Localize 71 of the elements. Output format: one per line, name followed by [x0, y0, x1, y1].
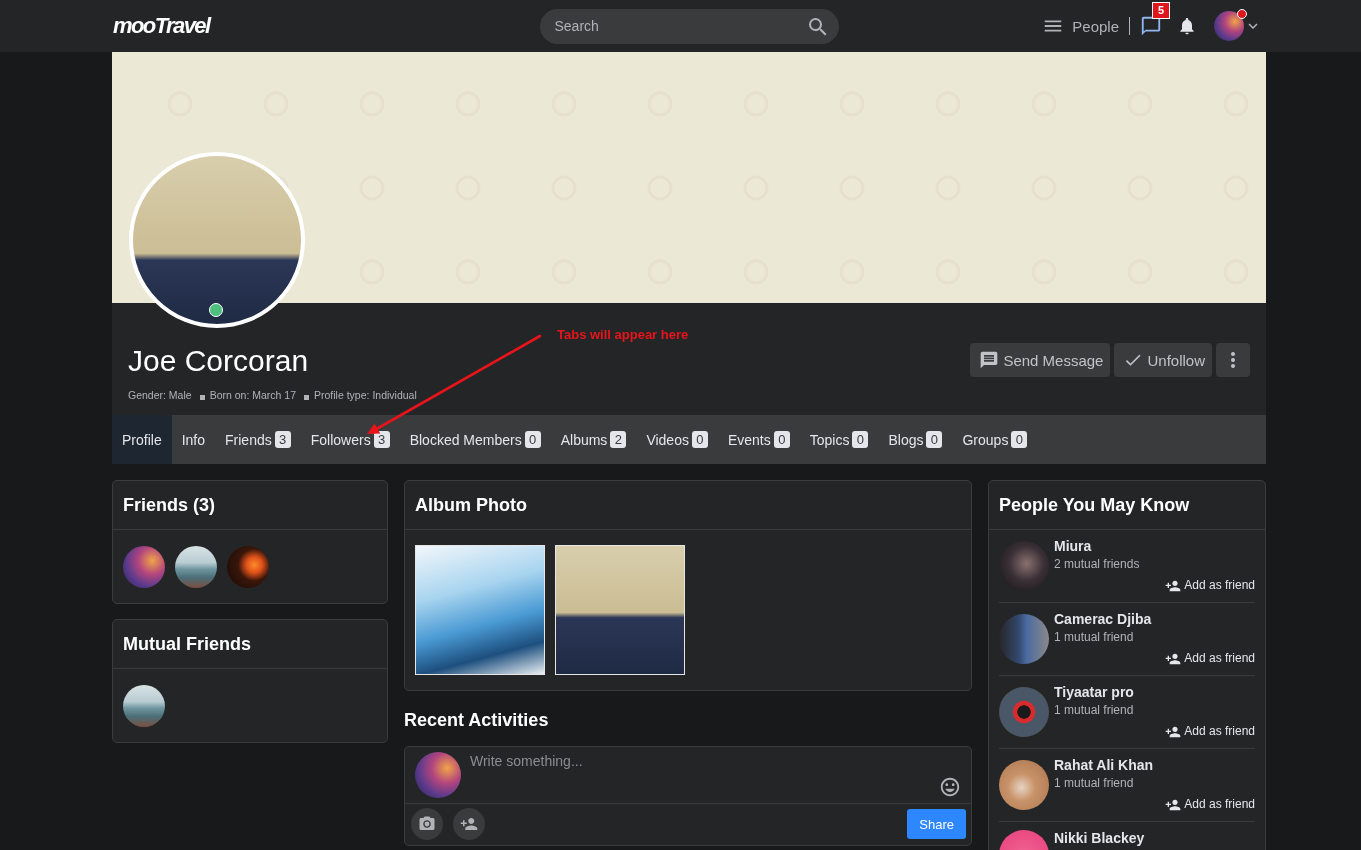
tab[interactable]: Friends 3 [215, 415, 301, 464]
tab[interactable]: Events 0 [717, 415, 800, 464]
message-count-badge: 5 [1152, 2, 1170, 19]
emoji-icon[interactable] [939, 776, 961, 798]
count-badge: 0 [524, 431, 541, 448]
user-avatar [415, 752, 461, 798]
count-badge: 0 [773, 431, 790, 448]
friend-avatar[interactable] [123, 685, 165, 727]
person-name[interactable]: Camerac Djiba [1054, 611, 1255, 628]
mutual-friends-count: 1 mutual friend [1054, 775, 1135, 792]
count-badge: 3 [373, 431, 390, 448]
profile-detail: Profile type: Individual [314, 389, 417, 402]
annotation-text: Tabs will appear here [557, 327, 689, 343]
mutual-friends-count: 1 mutual friend [1054, 702, 1135, 719]
card-title: Mutual Friends [113, 620, 387, 669]
square-bullet-icon [199, 394, 205, 400]
album-photo[interactable] [555, 545, 685, 675]
add-friend-button[interactable]: Add as friend [1165, 650, 1255, 667]
more-button[interactable] [1216, 343, 1250, 377]
person-name[interactable]: Miura [1054, 538, 1255, 555]
chat-icon[interactable] [1140, 15, 1162, 37]
mutual-friends-count: 1 mutual friend [1054, 629, 1135, 646]
add-friend-button[interactable]: Add as friend [1165, 796, 1255, 813]
people-menu-button[interactable]: People [1042, 15, 1119, 37]
friend-avatar[interactable] [227, 546, 269, 588]
tab[interactable]: Groups 0 [952, 415, 1038, 464]
logo[interactable]: mooTravel [113, 13, 210, 39]
album-photo[interactable] [415, 545, 545, 675]
search-field[interactable]: Search [539, 8, 839, 44]
square-bullet-icon [304, 394, 309, 400]
message-button[interactable]: Send Message [970, 343, 1111, 377]
message-icon [979, 350, 1000, 370]
bell-icon[interactable] [1177, 16, 1197, 36]
tab[interactable]: Topics 0 [799, 415, 879, 464]
friend-avatar[interactable] [123, 546, 165, 588]
count-badge: 0 [852, 431, 869, 448]
camera-icon [418, 815, 436, 833]
card-title: Friends (3) [113, 481, 387, 530]
person-name[interactable]: Tiyaatar pro [1054, 684, 1255, 701]
person-name[interactable]: Rahat Ali Khan [1054, 757, 1255, 774]
count-badge: 2 [610, 431, 627, 448]
add-person-icon [460, 815, 478, 833]
tab[interactable]: Info [171, 415, 216, 464]
section-title: Recent Activities [404, 709, 550, 731]
tag-friend-button[interactable] [453, 808, 485, 840]
card-title: People You May Know [989, 481, 1265, 530]
profile-detail: Gender: Male [128, 389, 192, 402]
user-avatar[interactable] [1214, 11, 1244, 41]
post-input[interactable]: Write something... [461, 752, 939, 798]
photo-button[interactable] [411, 808, 443, 840]
tab[interactable]: Profile [112, 415, 172, 464]
person-avatar[interactable] [999, 614, 1049, 664]
tab[interactable]: Videos 0 [636, 415, 718, 464]
tab[interactable]: Blogs 0 [878, 415, 953, 464]
unfollow-button[interactable]: Unfollow [1114, 343, 1212, 377]
friend-avatar[interactable] [175, 546, 217, 588]
add-friend-button[interactable]: Add as friend [1165, 577, 1255, 594]
more-icon [1231, 352, 1235, 368]
tab[interactable]: Albums 2 [550, 415, 637, 464]
add-friend-button[interactable]: Add as friend [1165, 723, 1255, 740]
profile-name: Joe Corcoran [128, 343, 310, 379]
tab[interactable]: Blocked Members 0 [399, 415, 551, 464]
count-badge: 0 [1011, 431, 1028, 448]
profile-detail: Born on: March 17 [209, 389, 296, 402]
count-badge: 0 [926, 431, 943, 448]
person-avatar[interactable] [999, 760, 1049, 810]
person-name[interactable]: Nikki Blackey [1054, 830, 1255, 847]
count-badge: 0 [691, 431, 708, 448]
card-title: Album Photo [405, 481, 971, 530]
mutual-friends-count: 2 mutual friends [1054, 556, 1141, 573]
count-badge: 3 [274, 431, 291, 448]
